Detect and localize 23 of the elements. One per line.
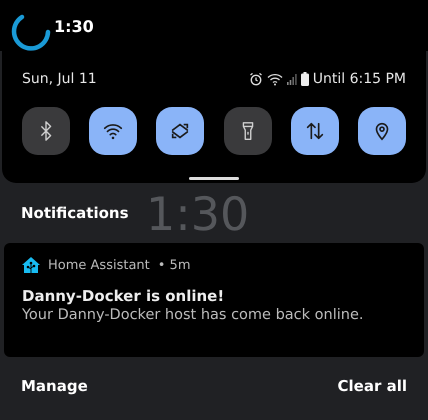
app-name: Home Assistant [48,258,150,272]
clock-time: 1:30 [54,17,94,36]
bluetooth-tile[interactable] [22,107,70,155]
clear-all-button[interactable]: Clear all [338,377,407,395]
signal-icon [286,73,297,85]
notification-title: Danny-Docker is online! [22,287,226,305]
manage-button[interactable]: Manage [21,377,88,395]
battery-icon [300,72,309,86]
flashlight-tile[interactable] [224,107,272,155]
notifications-heading: Notifications [21,204,129,222]
battery-estimate: Until 6:15 PM [312,71,406,87]
data-transfer-tile[interactable] [290,107,339,155]
drag-handle[interactable] [189,177,239,180]
notification-body: Your Danny-Docker host has come back online. [22,307,364,323]
sync-tile[interactable] [156,107,204,155]
alarm-icon [248,72,263,86]
notification-age: • 5m [158,258,190,272]
location-pin-tile[interactable] [358,107,406,155]
notification-card[interactable]: Home Assistant • 5m Danny-Docker is online! Your Danny-Docker host has come back online. [4,243,424,357]
date-label: Sun, Jul 11 [22,71,97,87]
wifi-tile[interactable] [89,107,138,155]
home-icon [22,257,40,273]
wifi-icon [266,72,283,86]
